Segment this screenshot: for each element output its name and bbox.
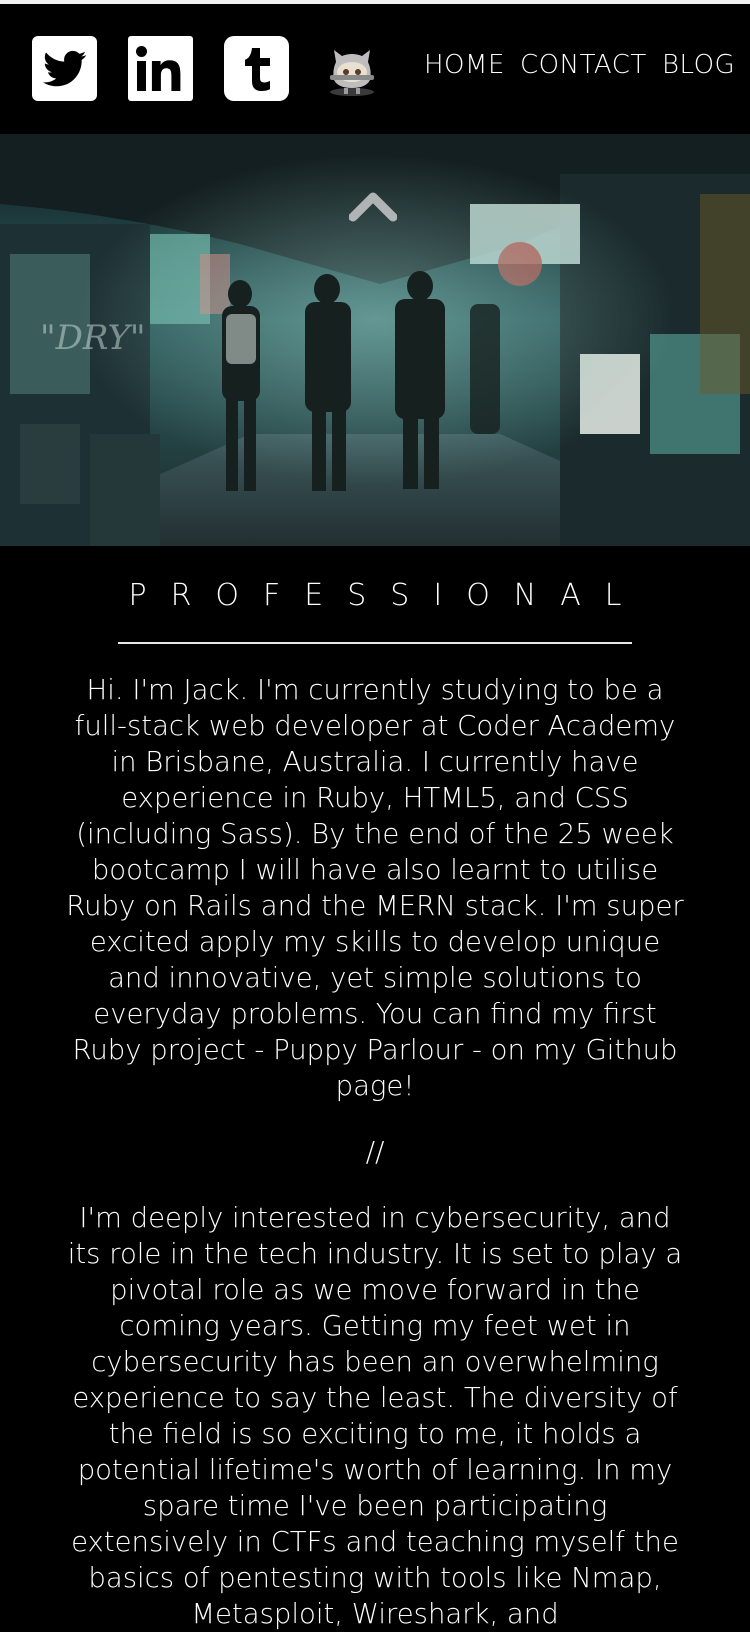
nav-contact[interactable]: CONTACT — [520, 50, 647, 80]
linkedin-link[interactable] — [128, 36, 193, 101]
github-link[interactable] — [322, 42, 382, 98]
hero-image: "DRY" — [0, 134, 750, 546]
twitter-link[interactable] — [32, 36, 97, 101]
title-divider — [118, 642, 632, 644]
section-title: PROFESSIONAL — [128, 578, 646, 613]
cybersecurity-paragraph: I'm deeply interested in cybersecurity, … — [67, 1202, 683, 1630]
site-header: HOME CONTACT BLOG — [0, 4, 750, 134]
twitter-icon — [42, 50, 87, 88]
about-content: Hi. I'm Jack. I'm currently studying to … — [60, 672, 690, 1632]
nav-home[interactable]: HOME — [424, 50, 505, 80]
github-octocat-icon — [322, 50, 382, 102]
linkedin-icon — [135, 45, 187, 93]
chevron-up-icon[interactable] — [349, 189, 397, 223]
nav-blog[interactable]: BLOG — [662, 50, 735, 80]
tumblr-link[interactable] — [224, 36, 289, 101]
intro-paragraph: Hi. I'm Jack. I'm currently studying to … — [66, 674, 684, 1102]
separator: // — [365, 1135, 385, 1168]
svg-text:"DRY": "DRY" — [40, 318, 146, 358]
tumblr-icon — [240, 46, 274, 92]
